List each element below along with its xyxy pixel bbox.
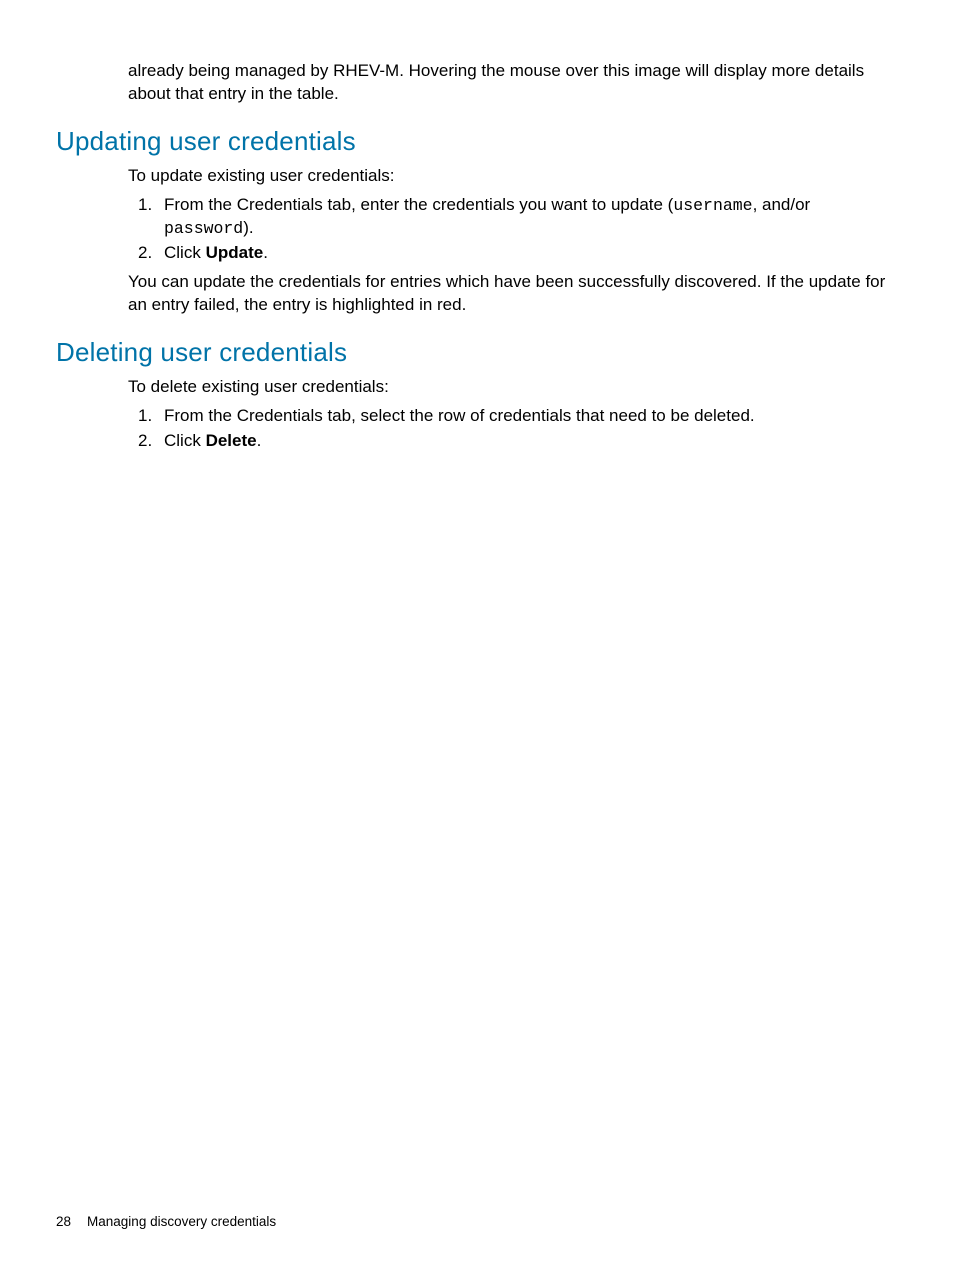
delete-step2-post: .: [257, 431, 262, 450]
deleting-steps: From the Credentials tab, select the row…: [128, 405, 898, 453]
step1-text-pre: From the Credentials tab, enter the cred…: [164, 195, 673, 214]
step2-text-pre: Click: [164, 243, 206, 262]
updating-step-2: Click Update.: [128, 242, 898, 265]
step1-text-post: ).: [243, 218, 253, 237]
updating-steps: From the Credentials tab, enter the cred…: [128, 194, 898, 265]
updating-after: You can update the credentials for entri…: [128, 271, 898, 317]
step2-text-post: .: [263, 243, 268, 262]
document-page: already being managed by RHEV-M. Hoverin…: [0, 0, 954, 1271]
step1-code-username: username: [673, 196, 752, 215]
footer-title: Managing discovery credentials: [87, 1214, 276, 1229]
delete-step2-bold: Delete: [206, 431, 257, 450]
step1-text-mid: , and/or: [753, 195, 811, 214]
document-content: already being managed by RHEV-M. Hoverin…: [56, 60, 898, 453]
deleting-step-1: From the Credentials tab, select the row…: [128, 405, 898, 428]
step2-bold-update: Update: [206, 243, 264, 262]
updating-step-1: From the Credentials tab, enter the cred…: [128, 194, 898, 241]
intro-paragraph: already being managed by RHEV-M. Hoverin…: [128, 60, 898, 106]
page-number: 28: [56, 1214, 71, 1229]
updating-lead: To update existing user credentials:: [128, 165, 898, 188]
step1-code-password: password: [164, 219, 243, 238]
page-footer: 28 Managing discovery credentials: [56, 1213, 276, 1231]
deleting-step-2: Click Delete.: [128, 430, 898, 453]
intro-block: already being managed by RHEV-M. Hoverin…: [128, 60, 898, 106]
heading-updating: Updating user credentials: [56, 124, 898, 159]
delete-step2-pre: Click: [164, 431, 206, 450]
deleting-block: To delete existing user credentials: Fro…: [128, 376, 898, 453]
updating-block: To update existing user credentials: Fro…: [128, 165, 898, 317]
deleting-lead: To delete existing user credentials:: [128, 376, 898, 399]
heading-deleting: Deleting user credentials: [56, 335, 898, 370]
